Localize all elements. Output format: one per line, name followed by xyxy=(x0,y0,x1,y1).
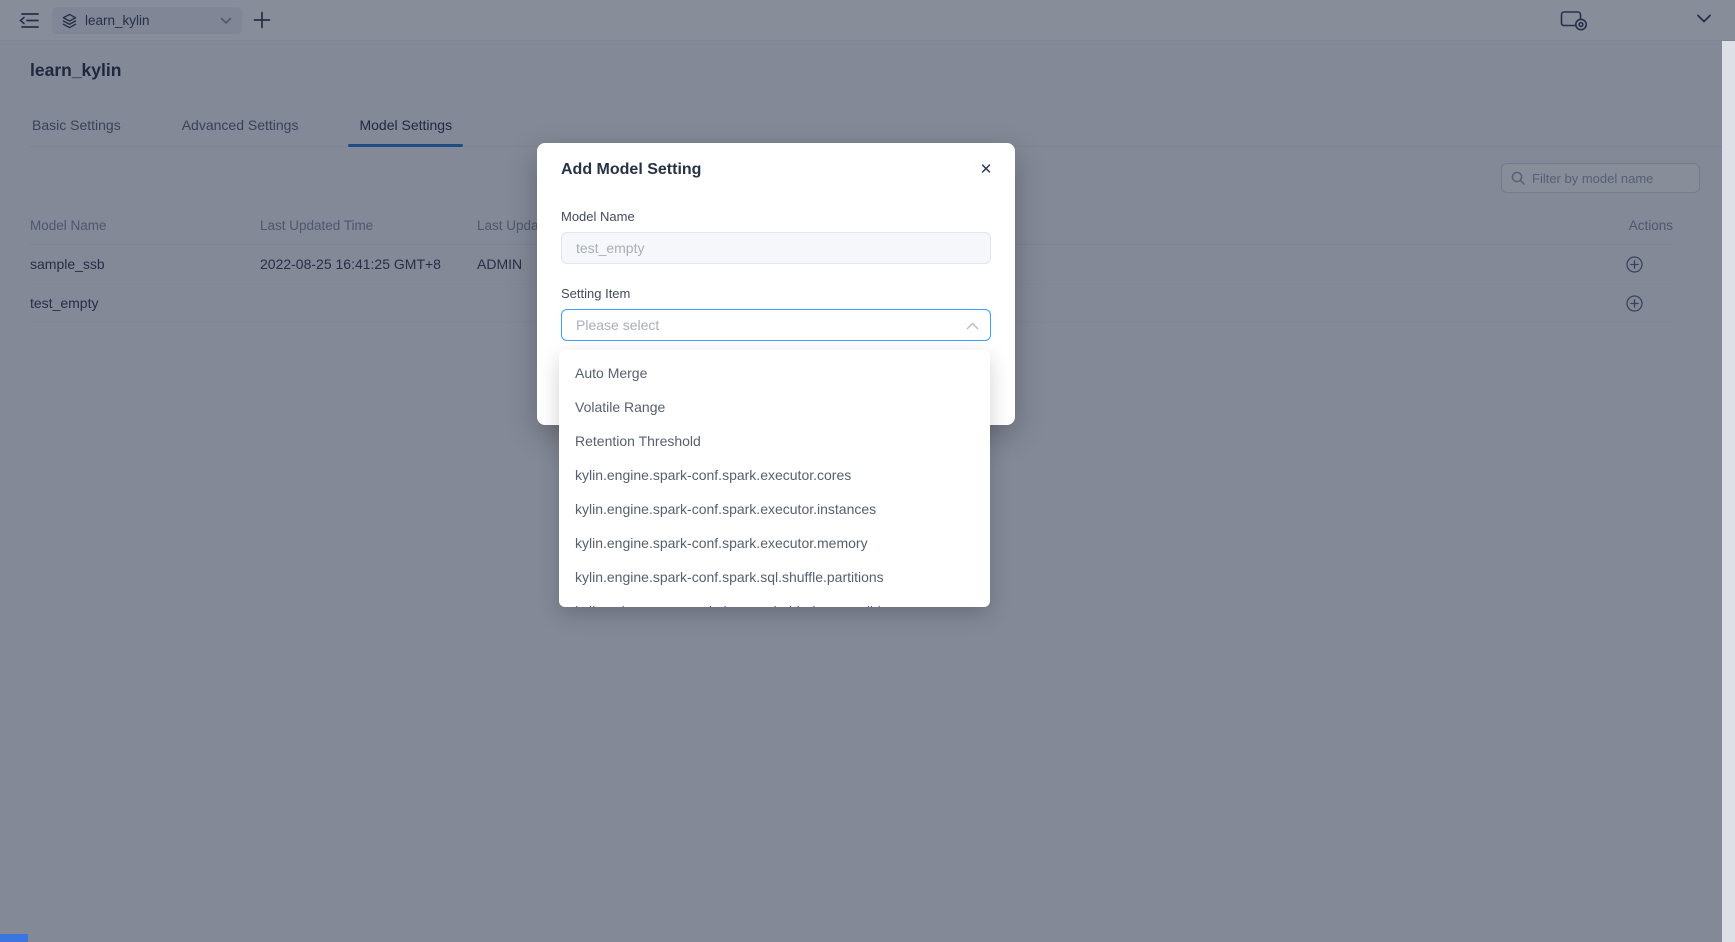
option-base-cuboid-valid[interactable]: kylin.cube.aggrgroup.is-base-cuboid-alwa… xyxy=(559,594,990,607)
scrollbar[interactable] xyxy=(1722,41,1735,942)
model-name-label: Model Name xyxy=(561,209,635,224)
setting-item-dropdown: Auto Merge Volatile Range Retention Thre… xyxy=(559,350,990,607)
option-spark-executor-instances[interactable]: kylin.engine.spark-conf.spark.executor.i… xyxy=(559,492,990,526)
sidebar-peek-accent xyxy=(0,934,28,942)
close-icon[interactable]: ✕ xyxy=(977,161,995,179)
setting-item-label: Setting Item xyxy=(561,286,631,301)
model-name-input xyxy=(561,232,991,264)
option-volatile-range[interactable]: Volatile Range xyxy=(559,390,990,424)
select-placeholder: Please select xyxy=(576,317,660,333)
option-spark-executor-cores[interactable]: kylin.engine.spark-conf.spark.executor.c… xyxy=(559,458,990,492)
option-spark-shuffle-partitions[interactable]: kylin.engine.spark-conf.spark.sql.shuffl… xyxy=(559,560,990,594)
chevron-up-icon xyxy=(966,322,979,330)
setting-item-select[interactable]: Please select xyxy=(561,309,991,341)
option-auto-merge[interactable]: Auto Merge xyxy=(559,356,990,390)
option-spark-executor-memory[interactable]: kylin.engine.spark-conf.spark.executor.m… xyxy=(559,526,990,560)
dialog-title: Add Model Setting xyxy=(561,161,702,178)
option-retention-threshold[interactable]: Retention Threshold xyxy=(559,424,990,458)
